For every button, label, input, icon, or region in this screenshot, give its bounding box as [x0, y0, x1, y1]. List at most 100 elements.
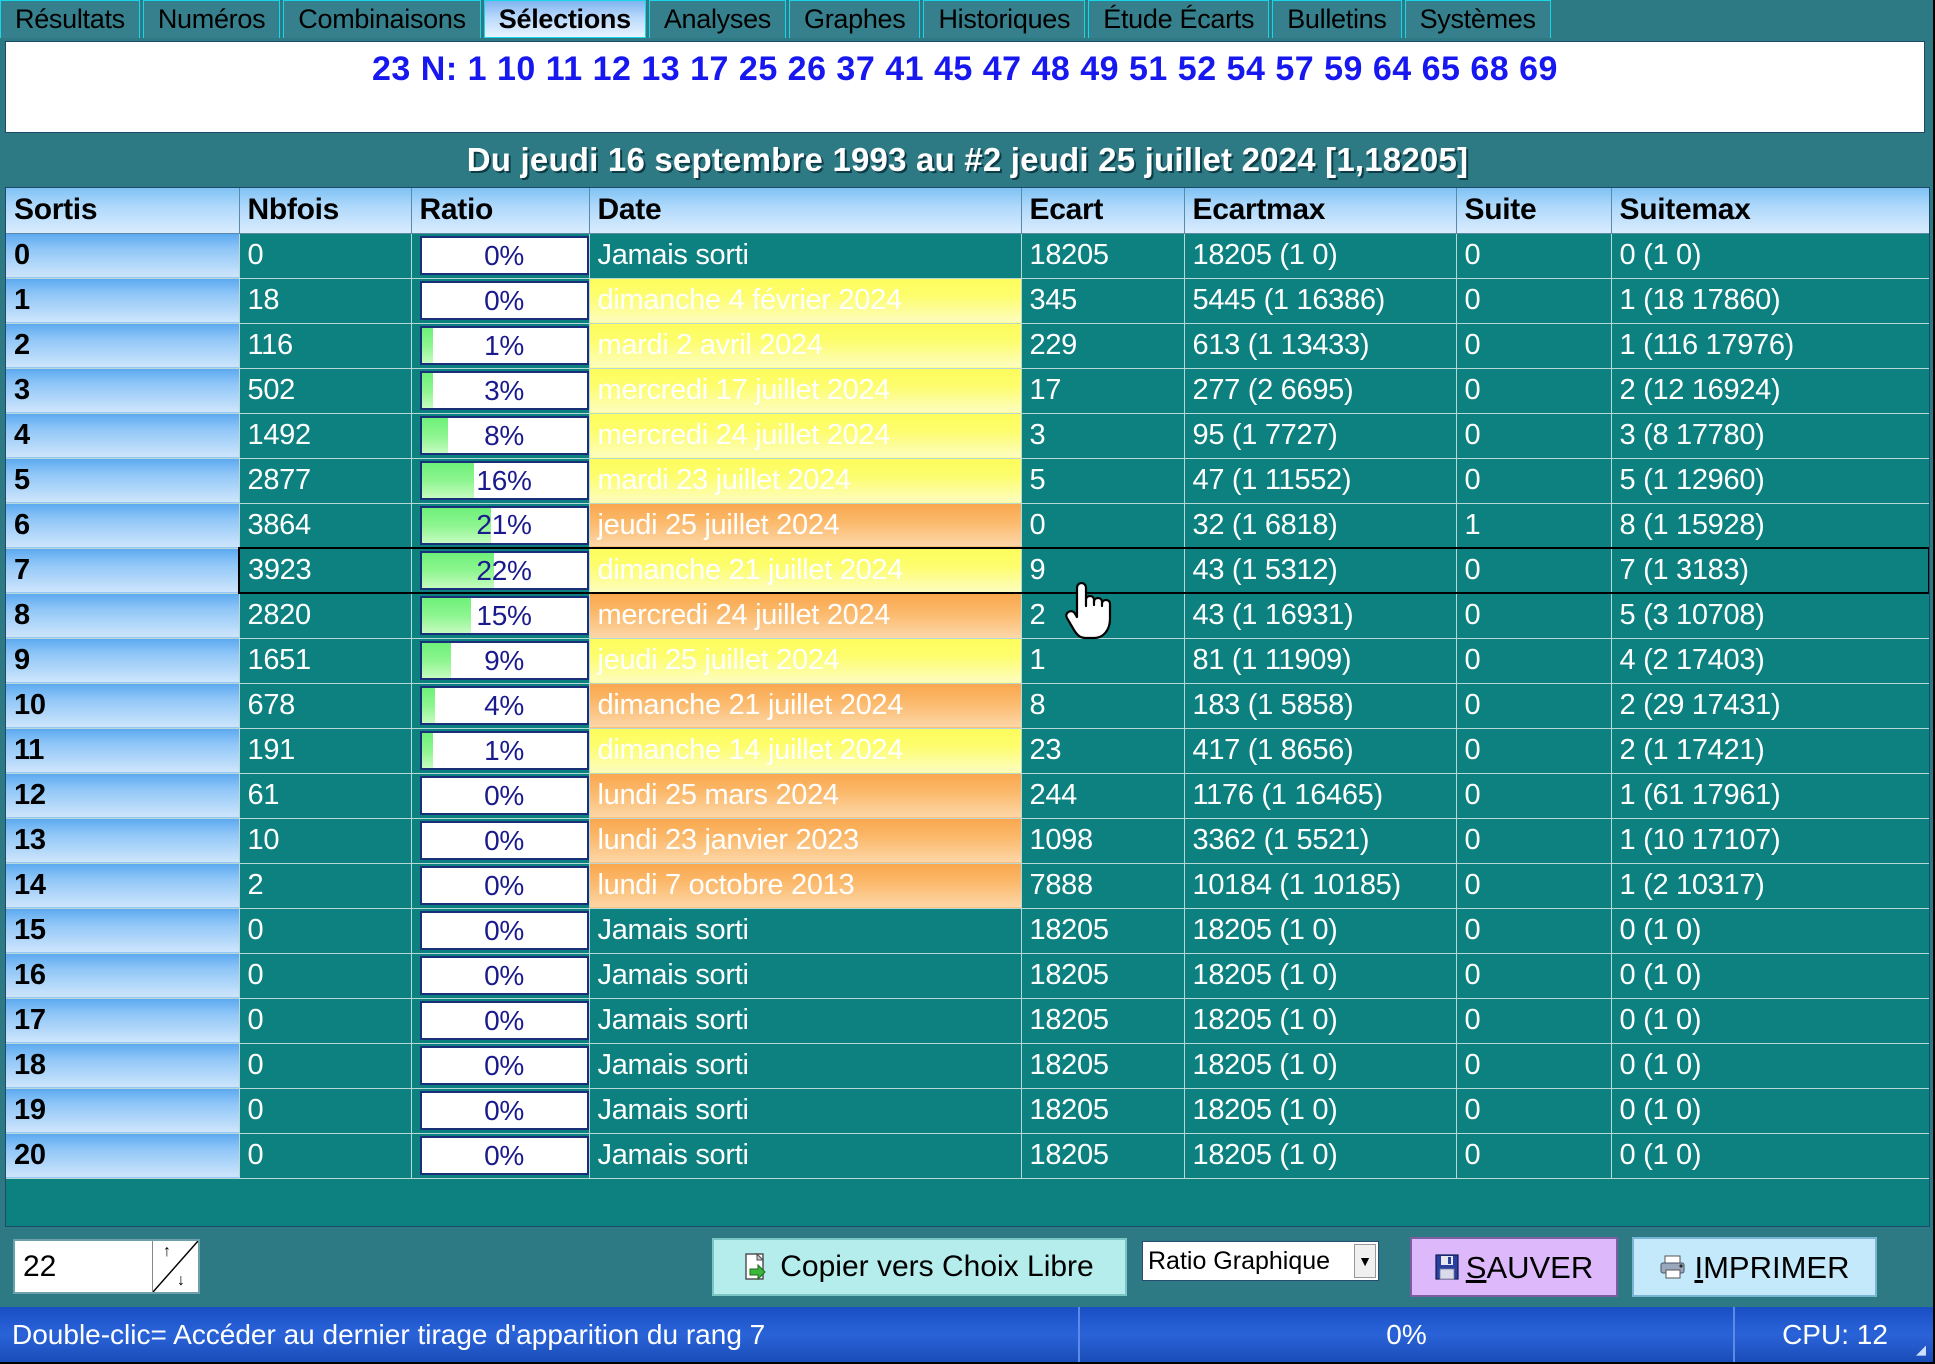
cell-ratio[interactable]: 1%	[411, 728, 590, 774]
tab-tude-carts[interactable]: Étude Écarts	[1088, 0, 1270, 38]
column-header-ecartmax[interactable]: Ecartmax	[1184, 188, 1457, 234]
cell-ecartmax[interactable]: 417 (1 8656)	[1184, 728, 1457, 774]
tab-s-lections[interactable]: Sélections	[483, 0, 646, 38]
cell-ecartmax[interactable]: 1176 (1 16465)	[1184, 773, 1457, 819]
cell-ratio[interactable]: 0%	[411, 278, 590, 324]
cell-date[interactable]: mercredi 17 juillet 2024	[589, 368, 1022, 414]
cell-suite[interactable]: 1	[1456, 503, 1612, 549]
cell-nbfois[interactable]: 2820	[239, 593, 412, 639]
cell-ratio[interactable]: 22%	[411, 547, 590, 594]
cell-sortis[interactable]: 2	[6, 323, 240, 369]
cell-suitemax[interactable]: 0 (1 0)	[1611, 953, 1929, 999]
table-row[interactable]: 1 18 0% dimanche 4 février 2024 345 5445 (1 1…	[6, 278, 1929, 324]
cell-sortis[interactable]: 13	[6, 818, 240, 864]
cell-suite[interactable]: 0	[1456, 1088, 1612, 1134]
column-header-date[interactable]: Date	[589, 188, 1022, 234]
cell-suitemax[interactable]: 2 (1 17421)	[1611, 728, 1929, 774]
cell-date[interactable]: mardi 2 avril 2024	[589, 323, 1022, 369]
table-row[interactable]: 11 191 1% dimanche 14 juillet 2024 23 417 (1 …	[6, 728, 1929, 774]
cell-suitemax[interactable]: 8 (1 15928)	[1611, 503, 1929, 549]
cell-suitemax[interactable]: 0 (1 0)	[1611, 1133, 1929, 1179]
cell-ratio[interactable]: 0%	[411, 773, 590, 819]
cell-suitemax[interactable]: 0 (1 0)	[1611, 1043, 1929, 1089]
cell-ecartmax[interactable]: 18205 (1 0)	[1184, 1043, 1457, 1089]
cell-date[interactable]: Jamais sorti	[589, 953, 1022, 999]
cell-suite[interactable]: 0	[1456, 593, 1612, 639]
cell-ecartmax[interactable]: 183 (1 5858)	[1184, 683, 1457, 729]
cell-ecart[interactable]: 18205	[1021, 998, 1185, 1044]
cell-ecart[interactable]: 18205	[1021, 1043, 1185, 1089]
cell-date[interactable]: jeudi 25 juillet 2024	[589, 638, 1022, 684]
cell-suitemax[interactable]: 5 (3 10708)	[1611, 593, 1929, 639]
table-row[interactable]: 20 0 0% Jamais sorti 18205 18205 (1 0) 0 0 (1 0…	[6, 1133, 1929, 1179]
cell-ecart[interactable]: 0	[1021, 503, 1185, 549]
cell-sortis[interactable]: 0	[6, 233, 240, 279]
cell-nbfois[interactable]: 0	[239, 1133, 412, 1179]
cell-ecartmax[interactable]: 32 (1 6818)	[1184, 503, 1457, 549]
cell-ecartmax[interactable]: 18205 (1 0)	[1184, 998, 1457, 1044]
column-header-ratio[interactable]: Ratio	[411, 188, 590, 234]
column-header-nbfois[interactable]: Nbfois	[239, 188, 412, 234]
cell-suite[interactable]: 0	[1456, 233, 1612, 279]
cell-ecart[interactable]: 7888	[1021, 863, 1185, 909]
cell-sortis[interactable]: 12	[6, 773, 240, 819]
cell-ecart[interactable]: 1	[1021, 638, 1185, 684]
tab-analyses[interactable]: Analyses	[648, 0, 786, 38]
cell-nbfois[interactable]: 1492	[239, 413, 412, 459]
cell-nbfois[interactable]: 3923	[238, 547, 412, 594]
cell-ecart[interactable]: 244	[1021, 773, 1185, 819]
save-button[interactable]: SAUVER	[1410, 1237, 1618, 1297]
rank-spinner[interactable]: 22 ↑ ↓	[13, 1239, 200, 1294]
tab-combinaisons[interactable]: Combinaisons	[283, 0, 481, 38]
cell-ecart[interactable]: 5	[1021, 458, 1185, 504]
cell-date[interactable]: Jamais sorti	[589, 233, 1022, 279]
cell-ecartmax[interactable]: 5445 (1 16386)	[1184, 278, 1457, 324]
cell-suite[interactable]: 0	[1456, 773, 1612, 819]
cell-date[interactable]: jeudi 25 juillet 2024	[589, 503, 1022, 549]
cell-sortis[interactable]: 11	[6, 728, 240, 774]
cell-ecart[interactable]: 18205	[1021, 233, 1185, 279]
tab-bulletins[interactable]: Bulletins	[1272, 0, 1402, 38]
cell-ecartmax[interactable]: 277 (2 6695)	[1184, 368, 1457, 414]
cell-ratio[interactable]: 0%	[411, 233, 590, 279]
cell-suitemax[interactable]: 7 (1 3183)	[1611, 547, 1929, 594]
cell-suite[interactable]: 0	[1456, 683, 1612, 729]
cell-nbfois[interactable]: 116	[239, 323, 412, 369]
resize-grip-icon[interactable]: ◢	[1916, 1343, 1932, 1359]
column-header-sortis[interactable]: Sortis	[6, 188, 240, 234]
table-row[interactable]: 16 0 0% Jamais sorti 18205 18205 (1 0) 0 0 (1 0…	[6, 953, 1929, 999]
cell-sortis[interactable]: 17	[6, 998, 240, 1044]
cell-nbfois[interactable]: 502	[239, 368, 412, 414]
cell-suitemax[interactable]: 1 (10 17107)	[1611, 818, 1929, 864]
spinner-up-icon[interactable]: ↑	[163, 1244, 171, 1260]
spinner-buttons[interactable]: ↑ ↓	[152, 1241, 198, 1292]
cell-suite[interactable]: 0	[1456, 323, 1612, 369]
cell-date[interactable]: dimanche 4 février 2024	[589, 278, 1022, 324]
cell-suitemax[interactable]: 1 (18 17860)	[1611, 278, 1929, 324]
cell-ratio[interactable]: 0%	[411, 818, 590, 864]
cell-ratio[interactable]: 0%	[411, 1088, 590, 1134]
column-header-suitemax[interactable]: Suitemax	[1611, 188, 1929, 234]
cell-suite[interactable]: 0	[1456, 1043, 1612, 1089]
cell-sortis[interactable]: 3	[6, 368, 240, 414]
column-header-suite[interactable]: Suite	[1456, 188, 1612, 234]
cell-suitemax[interactable]: 0 (1 0)	[1611, 998, 1929, 1044]
table-row[interactable]: 2 116 1% mardi 2 avril 2024 229 613 (1 13433)…	[6, 323, 1929, 369]
cell-ecartmax[interactable]: 18205 (1 0)	[1184, 953, 1457, 999]
cell-ratio[interactable]: 3%	[411, 368, 590, 414]
cell-ecart[interactable]: 18205	[1021, 1133, 1185, 1179]
cell-suitemax[interactable]: 0 (1 0)	[1611, 233, 1929, 279]
table-row[interactable]: 7 3923 22% dimanche 21 juillet 2024 9 43 (1 5…	[6, 547, 1929, 594]
cell-ecartmax[interactable]: 10184 (1 10185)	[1184, 863, 1457, 909]
cell-nbfois[interactable]: 1651	[239, 638, 412, 684]
cell-suitemax[interactable]: 1 (2 10317)	[1611, 863, 1929, 909]
cell-date[interactable]: mardi 23 juillet 2024	[589, 458, 1022, 504]
cell-nbfois[interactable]: 191	[239, 728, 412, 774]
cell-sortis[interactable]: 20	[6, 1133, 240, 1179]
cell-nbfois[interactable]: 61	[239, 773, 412, 819]
cell-ecart[interactable]: 18205	[1021, 1088, 1185, 1134]
cell-ratio[interactable]: 1%	[411, 323, 590, 369]
cell-ecart[interactable]: 3	[1021, 413, 1185, 459]
cell-ecartmax[interactable]: 613 (1 13433)	[1184, 323, 1457, 369]
cell-suite[interactable]: 0	[1456, 368, 1612, 414]
